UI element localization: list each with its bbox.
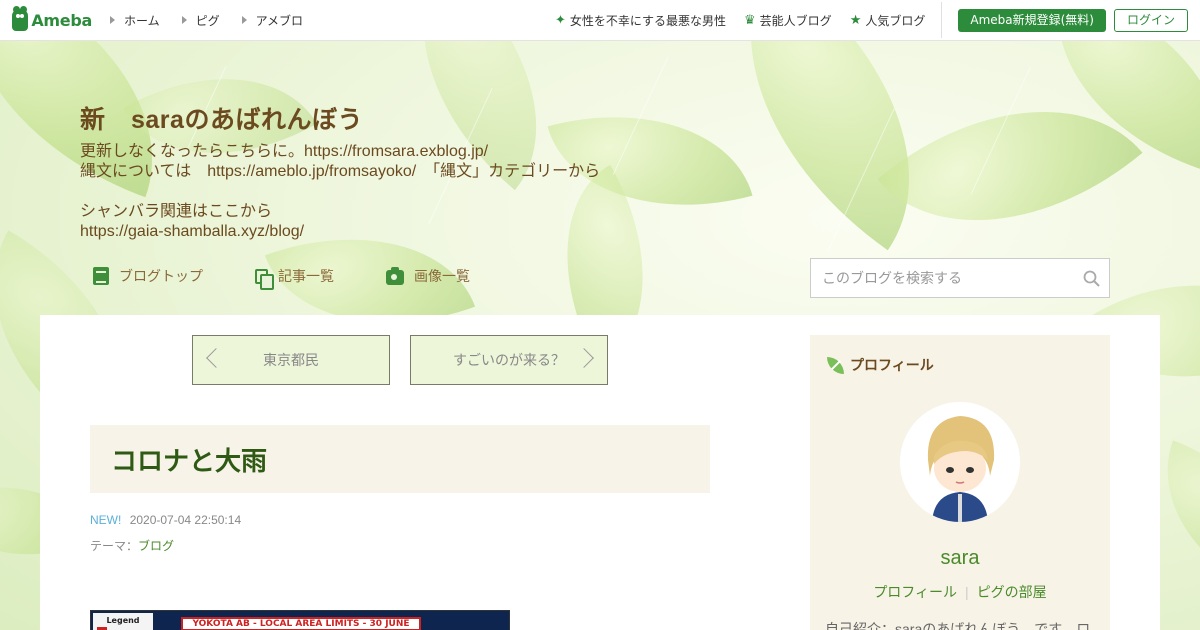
crown-icon: ♛ — [744, 12, 756, 28]
blog-nav-entries-label: 記事一覧 — [278, 268, 334, 284]
next-entry-button[interactable]: すごいのが来る？ — [410, 335, 608, 385]
article-meta: NEW! 2020-07-04 22:50:14 — [90, 513, 241, 527]
profile-link[interactable]: プロフィール — [873, 584, 957, 600]
blog-nav-top-label: ブログトップ — [119, 268, 203, 284]
profile-links: プロフィール | ピグの部屋 — [873, 584, 1047, 600]
blog-search — [810, 258, 1110, 298]
blog-search-input[interactable] — [811, 270, 1071, 286]
search-icon[interactable] — [1083, 270, 1100, 287]
chevron-right-icon — [574, 348, 594, 368]
global-header: Ameba ホーム ピグ アメブロ ✦ 女性を不幸にする最悪な男性 ♛ 芸能人ブ… — [0, 0, 1200, 41]
theme-prefix: テーマ： — [90, 539, 139, 553]
new-badge: NEW! — [90, 513, 122, 527]
profile-intro: 自己紹介：saraのあばれんぼう です ロ — [825, 621, 1091, 630]
document-icon — [93, 267, 109, 285]
prev-entry-button[interactable]: 東京都民 — [192, 335, 390, 385]
celebrity-blog-link[interactable]: ♛ 芸能人ブログ — [744, 12, 832, 29]
main-content: 東京都民 すごいのが来る？ コロナと大雨 NEW! 2020-07-04 22:… — [40, 315, 1160, 630]
triangle-right-icon — [181, 16, 187, 24]
next-entry-label: すごいのが来る？ — [453, 352, 565, 368]
camera-icon — [386, 267, 404, 285]
header-divider — [941, 2, 943, 38]
article-datetime: 2020-07-04 22:50:14 — [129, 513, 242, 527]
chevron-left-icon — [206, 348, 226, 368]
avatar[interactable] — [900, 402, 1020, 522]
nav-ameblo-label: アメブロ — [255, 13, 304, 28]
blog-nav-images-label: 画像一覧 — [414, 268, 470, 284]
nav-ameblo[interactable]: アメブロ — [241, 12, 304, 29]
nav-pigg-label: ピグ — [195, 13, 220, 28]
profile-username[interactable]: sara — [810, 547, 1110, 570]
triangle-right-icon — [241, 16, 247, 24]
login-button[interactable]: ログイン — [1113, 8, 1188, 32]
article-image[interactable]: Legend YOKOTA AB - LOCAL AREA LIMITS - 3… — [90, 610, 510, 630]
profile-heading: プロフィール — [827, 355, 934, 375]
pigg-room-link[interactable]: ピグの部屋 — [977, 584, 1047, 600]
ameba-frog-icon — [12, 6, 29, 31]
celebrity-blog-label: 芸能人ブログ — [759, 13, 832, 28]
article-theme: テーマ：ブログ — [90, 537, 174, 554]
blog-description-line: シャンバラ関連はここから — [80, 203, 273, 220]
article-title[interactable]: コロナと大雨 — [90, 425, 710, 493]
star-icon: ★ — [849, 12, 862, 28]
nav-home[interactable]: ホーム — [110, 12, 160, 29]
logo-text: Ameba — [31, 10, 92, 30]
ameba-logo[interactable]: Ameba — [12, 6, 92, 31]
blog-nav-entries[interactable]: 記事一覧 — [255, 266, 334, 290]
profile-panel: プロフィール sara プロフィール | ピグの部屋 自己紹介：saraのあばれんぼ… — [810, 335, 1110, 630]
prev-entry-label: 東京都民 — [263, 352, 319, 368]
popular-blog-label: 人気ブログ — [865, 13, 926, 28]
triangle-right-icon — [110, 16, 115, 24]
sparkle-icon: ✦ — [554, 12, 566, 28]
avatar-illustration — [900, 402, 1020, 522]
copy-icon — [255, 268, 274, 290]
image-banner: YOKOTA AB - LOCAL AREA LIMITS - 30 JUNE … — [181, 617, 421, 630]
blog-nav: ブログトップ 記事一覧 画像一覧 — [93, 266, 522, 290]
blog-description-line: 縄文については https://ameblo.jp/fromsayoko/ 「縄… — [80, 163, 601, 180]
leaf-icon — [827, 356, 844, 374]
blog-description-line: 更新しなくなったらこちらに。https://fromsara.exblog.jp… — [80, 143, 489, 160]
theme-link[interactable]: ブログ — [138, 539, 174, 553]
blog-nav-top[interactable]: ブログトップ — [93, 266, 203, 286]
trend-link-label: 女性を不幸にする最悪な男性 — [569, 13, 727, 28]
nav-home-label: ホーム — [124, 13, 160, 28]
blog-nav-images[interactable]: 画像一覧 — [386, 266, 470, 286]
blog-description-line — [80, 182, 600, 202]
register-button[interactable]: Ameba新規登録(無料) — [958, 8, 1106, 32]
nav-pigg[interactable]: ピグ — [181, 12, 220, 29]
blog-description-line: https://gaia-shamballa.xyz/blog/ — [80, 223, 305, 240]
popular-blog-link[interactable]: ★ 人気ブログ — [850, 12, 926, 29]
image-legend: Legend — [93, 613, 153, 630]
blog-description: 更新しなくなったらこちらに。https://fromsara.exblog.jp… — [80, 142, 600, 242]
trend-link[interactable]: ✦ 女性を不幸にする最悪な男性 — [555, 12, 726, 29]
blog-title[interactable]: 新 saraのあばれんぼう — [80, 100, 363, 136]
profile-heading-label: プロフィール — [850, 357, 934, 373]
